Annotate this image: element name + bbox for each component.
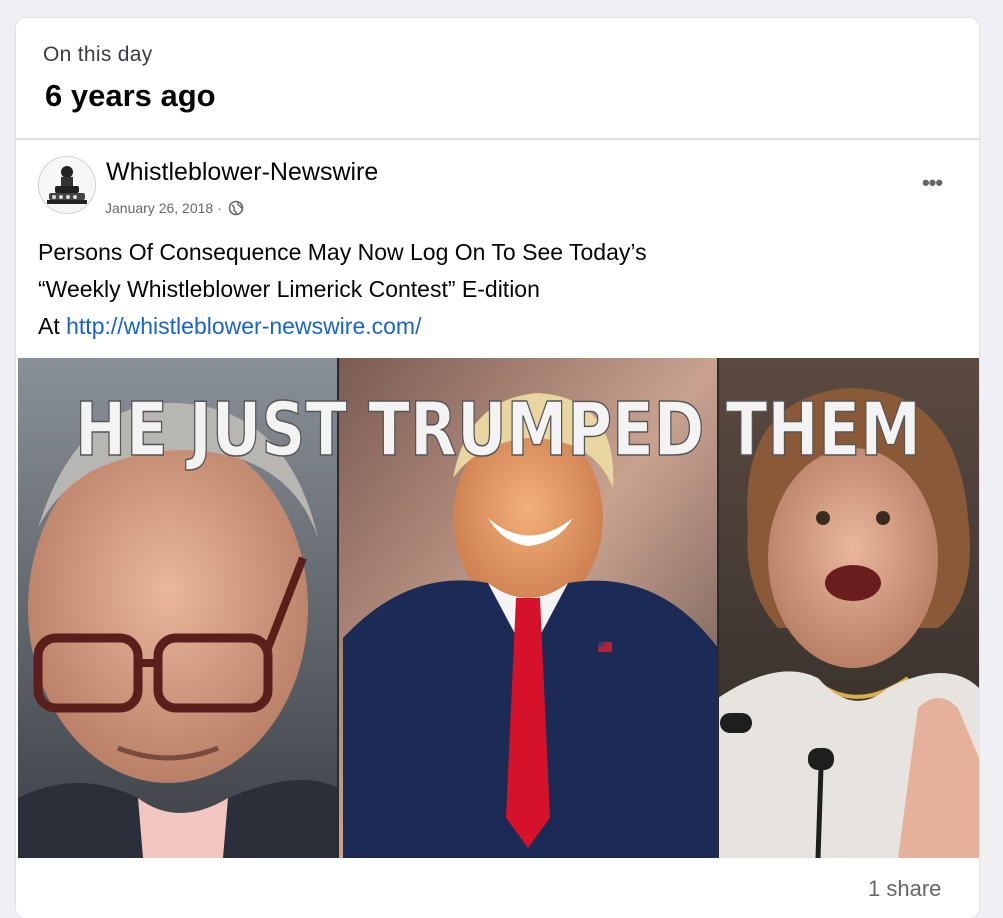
post-meta: January 26, 2018 · xyxy=(105,200,244,216)
memory-card: On this day 6 years ago Whistleblower-Ne… xyxy=(16,18,979,918)
post-photo[interactable]: HE JUST TRUMPED THEM xyxy=(18,358,979,858)
post-text-line-1: Persons Of Consequence May Now Log On To… xyxy=(38,239,647,265)
post-date[interactable]: January 26, 2018 xyxy=(105,200,213,216)
page-avatar[interactable] xyxy=(38,156,96,214)
page-name-link[interactable]: Whistleblower-Newswire xyxy=(106,158,378,187)
post-text-line-3: At http://whistleblower-newswire.com/ xyxy=(38,308,958,345)
post-text-prefix: At xyxy=(38,313,67,339)
memory-title: 6 years ago xyxy=(45,78,216,113)
memory-subtitle: On this day xyxy=(43,43,153,66)
memory-header: On this day 6 years ago xyxy=(16,18,979,138)
meme-image: HE JUST TRUMPED THEM xyxy=(18,358,979,858)
post-link[interactable]: http://whistleblower-newswire.com/ xyxy=(66,313,421,339)
post-text: Persons Of Consequence May Now Log On To… xyxy=(38,234,958,345)
header-divider xyxy=(16,138,979,140)
post-text-line-2: “Weekly Whistleblower Limerick Contest” … xyxy=(38,276,540,302)
meme-caption: HE JUST TRUMPED THEM xyxy=(75,387,921,473)
globe-icon[interactable] xyxy=(228,200,244,216)
typewriter-avatar-icon xyxy=(39,157,95,213)
meta-separator: · xyxy=(217,200,222,216)
more-options-button[interactable]: ••• xyxy=(912,168,952,198)
share-count[interactable]: 1 share xyxy=(868,876,941,902)
